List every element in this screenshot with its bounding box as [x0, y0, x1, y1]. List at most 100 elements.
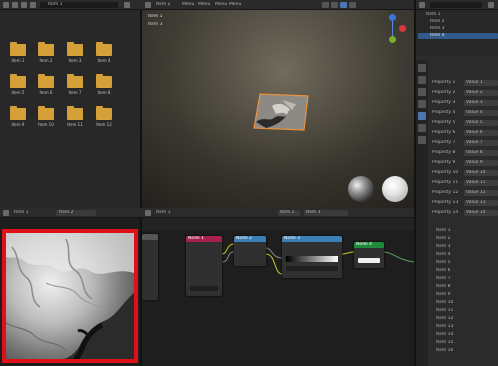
- outliner-item[interactable]: Item 1: [418, 12, 498, 18]
- node-field[interactable]: [286, 266, 338, 271]
- path-field[interactable]: Item 1: [40, 2, 118, 8]
- property-field[interactable]: Value 8: [464, 150, 498, 156]
- object-menu[interactable]: Menu: [229, 2, 241, 8]
- gizmo-y-axis[interactable]: [389, 36, 396, 43]
- shader-node-editor[interactable]: Item 1 Item 2 Item 3 Node 1 Node 2 Node …: [142, 208, 414, 366]
- select-menu[interactable]: Menu: [198, 2, 210, 8]
- node-input-frame[interactable]: [142, 234, 158, 300]
- folder-icon[interactable]: [10, 42, 26, 56]
- folder-icon[interactable]: [38, 106, 54, 120]
- property-field[interactable]: Value 9: [464, 160, 498, 166]
- property-field[interactable]: Value 12: [464, 190, 498, 196]
- gizmo-x-axis[interactable]: [399, 25, 406, 32]
- outliner-item-selected[interactable]: Item 4: [418, 33, 498, 39]
- filter-icon[interactable]: [488, 2, 494, 8]
- property-field[interactable]: Value 5: [464, 120, 498, 126]
- parent-folder-icon[interactable]: [30, 2, 36, 8]
- property-list-item[interactable]: Item 15: [432, 340, 498, 347]
- property-field[interactable]: Value 3: [464, 100, 498, 106]
- color-ramp-gradient[interactable]: [286, 256, 338, 262]
- pan-icon[interactable]: [404, 63, 412, 71]
- outliner-item[interactable]: Item 2: [418, 19, 498, 25]
- scene-tab-icon[interactable]: [418, 100, 426, 108]
- perspective-icon[interactable]: [404, 85, 412, 93]
- terrain-mesh-object[interactable]: [252, 92, 312, 132]
- node-field[interactable]: [190, 286, 218, 291]
- property-field[interactable]: Value 2: [464, 90, 498, 96]
- property-field[interactable]: Value 14: [464, 210, 498, 216]
- folder-icon[interactable]: [96, 106, 112, 120]
- node-material-output[interactable]: Node 4: [354, 242, 384, 268]
- property-list-item[interactable]: Item 14: [432, 332, 498, 339]
- node-field[interactable]: [358, 258, 380, 263]
- property-list-item[interactable]: Item 8: [432, 284, 498, 291]
- property-field[interactable]: Value 11: [464, 180, 498, 186]
- editor-type-icon[interactable]: [145, 2, 151, 8]
- camera-icon[interactable]: [404, 74, 412, 82]
- property-list-item[interactable]: Item 5: [432, 260, 498, 267]
- property-list-item[interactable]: Item 6: [432, 268, 498, 275]
- property-row: Property 9 Value 9: [432, 160, 498, 167]
- back-icon[interactable]: [12, 2, 18, 8]
- heightmap-texture: [6, 233, 134, 359]
- modifier-tab-icon[interactable]: [418, 124, 426, 132]
- forward-icon[interactable]: [21, 2, 27, 8]
- folder-icon[interactable]: [67, 74, 83, 88]
- node-mapping[interactable]: Node 2: [234, 236, 266, 266]
- 3d-viewport[interactable]: Item 2 Menu Menu Menu Menu Item 1 Item 3: [142, 0, 414, 208]
- property-field[interactable]: Value 6: [464, 130, 498, 136]
- property-list-item[interactable]: Item 11: [432, 308, 498, 315]
- search-icon[interactable]: [124, 2, 130, 8]
- property-list-item[interactable]: Item 3: [432, 244, 498, 251]
- material-preview-icon[interactable]: [340, 2, 347, 8]
- property-field[interactable]: Value 1: [464, 80, 498, 86]
- outliner-item[interactable]: Item 3: [418, 26, 498, 32]
- folder-icon[interactable]: [67, 106, 83, 120]
- property-list-item[interactable]: Item 2: [432, 236, 498, 243]
- solid-icon[interactable]: [331, 2, 338, 8]
- editor-type-icon[interactable]: [3, 2, 9, 8]
- folder-icon[interactable]: [96, 42, 112, 56]
- property-field[interactable]: Value 10: [464, 170, 498, 176]
- property-list-item[interactable]: Item 10: [432, 300, 498, 307]
- gizmo-z-axis[interactable]: [389, 14, 396, 21]
- wireframe-icon[interactable]: [322, 2, 329, 8]
- folder-icon[interactable]: [38, 42, 54, 56]
- object-tab-icon[interactable]: [418, 112, 426, 120]
- rendered-icon[interactable]: [349, 2, 356, 8]
- add-menu[interactable]: Menu: [215, 2, 227, 8]
- object-mode-dropdown[interactable]: Item 2: [156, 2, 171, 8]
- property-list-item[interactable]: Item 7: [432, 276, 498, 283]
- property-value: Value 12: [466, 190, 486, 195]
- zoom-icon[interactable]: [404, 52, 412, 60]
- property-field[interactable]: Value 4: [464, 110, 498, 116]
- property-field[interactable]: Value 7: [464, 140, 498, 146]
- property-list-item[interactable]: Item 12: [432, 316, 498, 323]
- editor-type-icon[interactable]: [3, 210, 9, 216]
- property-field[interactable]: Value 13: [464, 200, 498, 206]
- folder-icon[interactable]: [67, 42, 83, 56]
- tool-tab-icon[interactable]: [418, 64, 426, 72]
- folder-icon[interactable]: [96, 74, 112, 88]
- view-menu[interactable]: Menu: [182, 2, 194, 8]
- image-editor-panel: Item 1 Item 2: [0, 208, 142, 366]
- property-list-item[interactable]: Item 9: [432, 292, 498, 299]
- output-tab-icon[interactable]: [418, 88, 426, 96]
- viewport-header-label: Item 1: [148, 14, 163, 19]
- folder-icon[interactable]: [38, 74, 54, 88]
- navigation-gizmo[interactable]: [378, 14, 408, 44]
- material-tab-icon[interactable]: [418, 136, 426, 144]
- render-tab-icon[interactable]: [418, 76, 426, 84]
- image-selector[interactable]: Item 2: [56, 210, 96, 216]
- property-list-item[interactable]: Item 4: [432, 252, 498, 259]
- heightmap-image[interactable]: [2, 229, 138, 363]
- folder-icon[interactable]: [10, 74, 26, 88]
- outliner-search[interactable]: [430, 2, 482, 8]
- property-list-item[interactable]: Item 1: [432, 228, 498, 235]
- node-texture-coordinate[interactable]: Node 1: [186, 236, 222, 296]
- property-list-item[interactable]: Item 16: [432, 348, 498, 355]
- node-image-texture[interactable]: Node 3: [282, 236, 342, 278]
- folder-icon[interactable]: [10, 106, 26, 120]
- editor-type-icon[interactable]: [419, 2, 425, 8]
- property-list-item[interactable]: Item 13: [432, 324, 498, 331]
